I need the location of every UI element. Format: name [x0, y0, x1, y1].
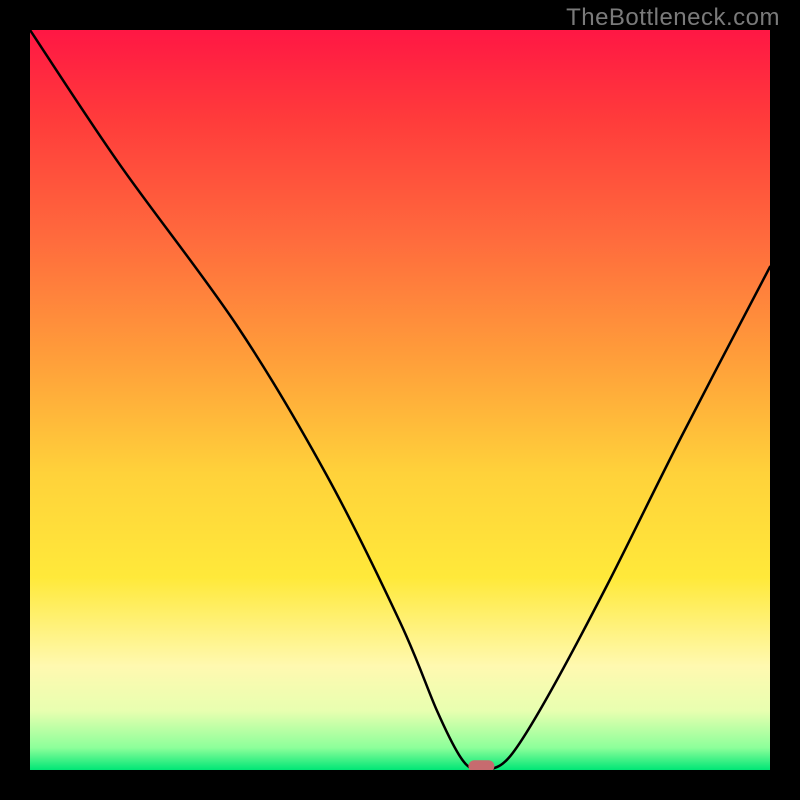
gradient-background	[30, 30, 770, 770]
chart-plot-area	[30, 30, 770, 770]
bottleneck-chart-svg	[30, 30, 770, 770]
watermark-text: TheBottleneck.com	[566, 4, 780, 32]
optimal-marker	[468, 760, 494, 770]
